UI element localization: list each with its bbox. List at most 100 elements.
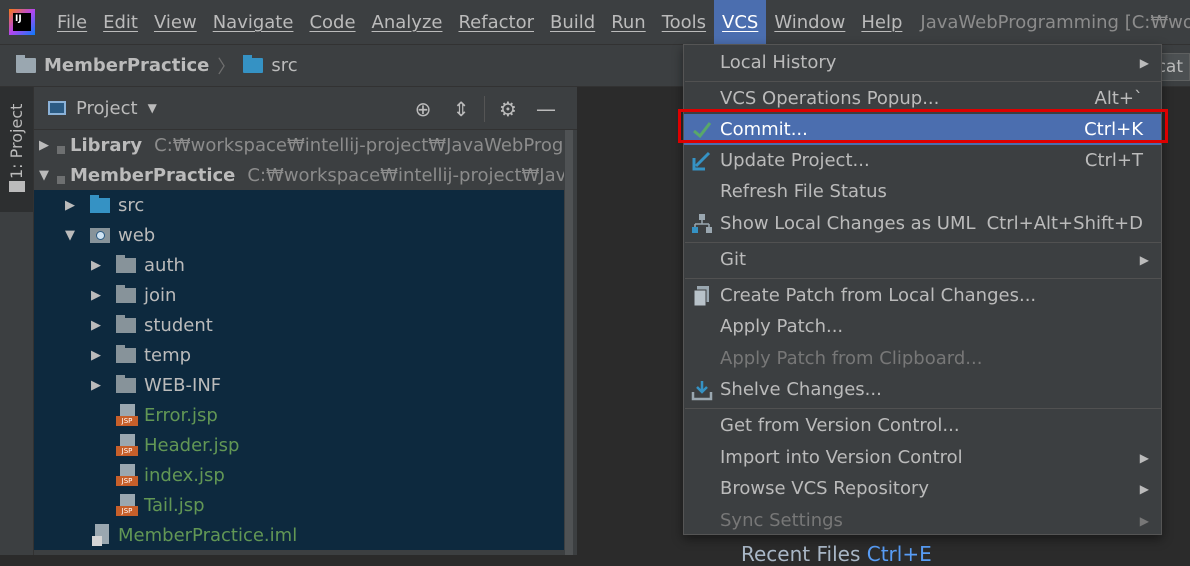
expand-arrow-icon[interactable] [64, 198, 76, 213]
project-tool-tab[interactable]: 1: Project [0, 87, 33, 212]
vcs-menu-get-from-vc[interactable]: Get from Version Control... [684, 410, 1161, 441]
breadcrumb-folder-label: src [271, 55, 298, 76]
expand-arrow-icon[interactable] [90, 348, 102, 363]
tree-item-web[interactable]: web [34, 220, 564, 250]
menu-file[interactable]: File [49, 0, 95, 44]
tree-item-label: student [144, 314, 213, 336]
tree-item-web-inf[interactable]: WEB-INF [34, 370, 564, 400]
editor-hint-shortcut: Ctrl+E [866, 542, 932, 566]
vcs-menu-import-into-vc[interactable]: Import into Version Control ▶ [684, 442, 1161, 473]
vcs-menu-local-history[interactable]: Local History ▶ [684, 47, 1161, 78]
vcs-menu: Local History ▶ VCS Operations Popup... … [683, 44, 1162, 535]
locate-target-icon[interactable]: ⊕ [404, 97, 442, 121]
project-view-selector[interactable]: Project [76, 98, 138, 119]
menu-build[interactable]: Build [542, 0, 603, 44]
project-panel-header: Project ▼ ⊕ ⇕ ⚙ — [34, 87, 577, 130]
vcs-menu-git[interactable]: Git ▶ [684, 244, 1161, 275]
menu-refactor[interactable]: Refactor [450, 0, 542, 44]
menu-item-label: Import into Version Control [720, 447, 963, 468]
menu-item-label: Apply Patch... [720, 316, 844, 337]
breadcrumb-folder[interactable]: src [243, 55, 298, 76]
source-folder-icon [90, 194, 110, 213]
gear-icon[interactable]: ⚙ [489, 97, 527, 121]
vcs-menu-create-patch[interactable]: Create Patch from Local Changes... [684, 280, 1161, 311]
tree-item-src[interactable]: src [34, 190, 564, 220]
tool-window-strip: 1: Project [0, 87, 34, 555]
project-tree: Library C:₩workspace₩intellij-project₩Ja… [34, 130, 577, 555]
expand-arrow-icon[interactable] [90, 258, 102, 273]
window-title: JavaWebProgramming [C:₩workspace [920, 11, 1190, 33]
tree-item-library[interactable]: Library C:₩workspace₩intellij-project₩Ja… [34, 130, 564, 160]
menu-vcs[interactable]: VCS [714, 0, 767, 44]
minimize-icon[interactable]: — [527, 97, 565, 121]
menu-code[interactable]: Code [301, 0, 363, 44]
tree-scrollbar[interactable] [565, 130, 573, 555]
tree-item-auth[interactable]: auth [34, 250, 564, 280]
folder-icon [9, 181, 25, 192]
tree-item-join[interactable]: join [34, 280, 564, 310]
expand-arrow-icon[interactable] [90, 318, 102, 333]
tree-item-index-jsp[interactable]: JSP index.jsp [34, 460, 564, 490]
menu-separator [685, 408, 1162, 409]
tree-item-label: web [118, 224, 156, 246]
menu-help[interactable]: Help [853, 0, 910, 44]
vcs-menu-commit[interactable]: Commit... Ctrl+K [684, 114, 1161, 145]
folder-icon [116, 344, 136, 363]
tree-item-label: MemberPractice.iml [118, 524, 298, 546]
menu-item-label: VCS Operations Popup... [720, 88, 940, 109]
project-view-icon [48, 101, 66, 115]
tree-item-path: C:₩workspace₩intellij-project₩JavaWebPro… [154, 134, 564, 156]
vcs-menu-shelve-changes[interactable]: Shelve Changes... [684, 374, 1161, 405]
menu-item-label: Git [720, 249, 747, 270]
tree-item-memberpractice[interactable]: MemberPractice C:₩workspace₩intellij-pro… [34, 160, 564, 190]
tree-item-temp[interactable]: temp [34, 340, 564, 370]
tree-item-label: Header.jsp [144, 434, 240, 456]
menu-edit[interactable]: Edit [95, 0, 146, 44]
menu-view[interactable]: View [146, 0, 205, 44]
tree-item-label: Library [70, 134, 143, 156]
submenu-arrow-icon: ▶ [1139, 252, 1149, 267]
uml-diagram-icon [692, 214, 712, 233]
menu-item-shortcut: Alt+` [1094, 88, 1143, 109]
collapse-arrow-icon[interactable] [38, 168, 50, 183]
vcs-menu-update-project[interactable]: Update Project... Ctrl+T [684, 145, 1161, 176]
tree-item-tail-jsp[interactable]: JSP Tail.jsp [34, 490, 564, 520]
menu-item-shortcut: Ctrl+T [1084, 150, 1143, 171]
tree-item-error-jsp[interactable]: JSP Error.jsp [34, 400, 564, 430]
tree-item-memberpractice-iml[interactable]: MemberPractice.iml [34, 520, 564, 550]
menu-item-label: Apply Patch from Clipboard... [720, 348, 983, 369]
menu-navigate[interactable]: Navigate [205, 0, 302, 44]
collapse-all-icon[interactable]: ⇕ [442, 97, 480, 121]
menu-bar: File Edit View Navigate Code Analyze Ref… [0, 0, 1190, 44]
tree-item-label: Tail.jsp [144, 494, 205, 516]
tree-item-student[interactable]: student [34, 310, 564, 340]
vcs-menu-sync-settings[interactable]: Sync Settings ▶ [684, 505, 1161, 536]
collapse-arrow-icon[interactable] [64, 228, 76, 243]
submenu-arrow-icon: ▶ [1139, 450, 1149, 465]
tree-item-label: WEB-INF [144, 374, 222, 396]
toolbar-divider [484, 96, 485, 122]
menu-separator [685, 242, 1162, 243]
menu-tools[interactable]: Tools [654, 0, 714, 44]
expand-arrow-icon[interactable] [38, 138, 50, 153]
expand-arrow-icon[interactable] [90, 378, 102, 393]
submenu-arrow-icon: ▶ [1139, 481, 1149, 496]
vcs-menu-operations-popup[interactable]: VCS Operations Popup... Alt+` [684, 83, 1161, 114]
vcs-menu-apply-patch[interactable]: Apply Patch... [684, 311, 1161, 342]
chevron-down-icon[interactable]: ▼ [148, 101, 157, 115]
menu-item-label: Get from Version Control... [720, 415, 960, 436]
menu-separator [685, 81, 1162, 82]
breadcrumb-project-label: MemberPractice [44, 55, 210, 76]
menu-run[interactable]: Run [603, 0, 654, 44]
menu-item-shortcut: Ctrl+K [1084, 119, 1143, 140]
vcs-menu-show-local-changes-uml[interactable]: Show Local Changes as UML Ctrl+Alt+Shift… [684, 208, 1161, 239]
menu-window[interactable]: Window [766, 0, 853, 44]
menu-analyze[interactable]: Analyze [364, 0, 451, 44]
tree-item-header-jsp[interactable]: JSP Header.jsp [34, 430, 564, 460]
vcs-menu-browse-vcs-repository[interactable]: Browse VCS Repository ▶ [684, 473, 1161, 504]
tree-item-path: C:₩workspace₩intellij-project₩JavaWebPr [247, 164, 564, 186]
vcs-menu-apply-patch-clipboard[interactable]: Apply Patch from Clipboard... [684, 343, 1161, 374]
expand-arrow-icon[interactable] [90, 288, 102, 303]
vcs-menu-refresh-file-status[interactable]: Refresh File Status [684, 176, 1161, 207]
breadcrumb-project[interactable]: MemberPractice [16, 55, 209, 76]
